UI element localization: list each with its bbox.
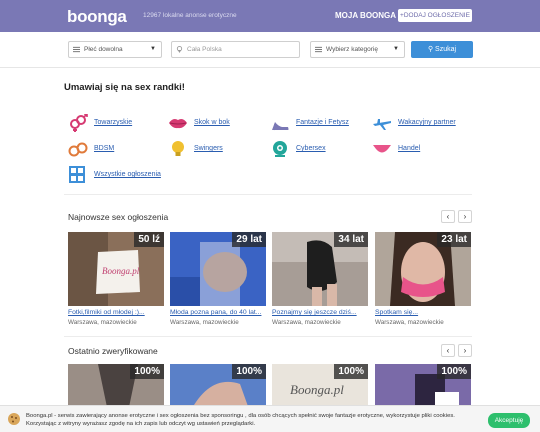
listing-title[interactable]: Poznajmy się jeszcze dziś... xyxy=(272,309,357,316)
category-label: Cybersex xyxy=(296,145,326,152)
high-heel-icon xyxy=(272,122,289,131)
listing-location: Warszawa, mazowieckie xyxy=(68,319,137,326)
search-button-label: Szukaj xyxy=(435,46,457,53)
listing-title[interactable]: Młoda pozna pana, do 40 lat... xyxy=(170,309,261,316)
site-logo[interactable]: boonga xyxy=(67,7,127,27)
listing-location: Warszawa, mazowieckie xyxy=(170,319,239,326)
category-handel[interactable]: Handel xyxy=(372,140,472,158)
category-label: Swingers xyxy=(194,145,223,152)
intro-heading: Umawiaj się na sex randki! xyxy=(64,82,185,93)
age-badge: 50 lź xyxy=(134,232,164,247)
lips-icon xyxy=(169,119,187,129)
listing-location: Warszawa, mazowieckie xyxy=(375,319,444,326)
grid-icon xyxy=(69,166,85,183)
listing-photo[interactable]: 34 lat xyxy=(272,232,368,306)
account-link[interactable]: MOJA BOONGA xyxy=(335,11,396,20)
airplane-icon xyxy=(373,119,391,130)
category-label: BDSM xyxy=(94,145,115,152)
webcam-icon xyxy=(273,141,287,157)
caret-down-icon: ▼ xyxy=(393,46,399,52)
search-icon: ⚲ xyxy=(427,46,434,53)
add-listing-button[interactable]: +DODAJ OGŁOSZENIE xyxy=(398,9,472,22)
accept-cookies-button[interactable]: Akceptuję xyxy=(488,413,530,428)
verified-badge: 100% xyxy=(334,364,368,379)
listing-photo[interactable]: 29 lat xyxy=(170,232,266,306)
category-label: Wakacyjny partner xyxy=(398,119,456,126)
list-icon xyxy=(315,46,322,53)
gender-select-value: Płeć dowolna xyxy=(84,46,123,53)
cookie-text: Boonga.pl - serwis zawierający anonse er… xyxy=(26,413,455,427)
section-divider xyxy=(64,194,472,195)
lingerie-icon xyxy=(373,145,391,153)
category-label: Wszystkie ogłoszenia xyxy=(94,171,161,178)
gender-symbols-icon xyxy=(70,114,88,132)
section-divider xyxy=(64,336,472,337)
newest-prev-button[interactable]: ‹ xyxy=(441,210,455,223)
verified-badge: 100% xyxy=(232,364,266,379)
category-label: Towarzyskie xyxy=(94,119,133,126)
gender-select[interactable]: Płeć dowolna ▼ xyxy=(68,41,162,58)
handcuffs-icon xyxy=(68,142,88,157)
verified-next-button[interactable]: › xyxy=(458,344,472,357)
category-wakacyjny-partner[interactable]: Wakacyjny partner xyxy=(372,114,472,132)
verified-prev-button[interactable]: ‹ xyxy=(441,344,455,357)
age-badge: 29 lat xyxy=(232,232,266,247)
verified-badge: 100% xyxy=(130,364,164,379)
caret-down-icon: ▼ xyxy=(150,46,156,52)
city-input-placeholder: Cała Polska xyxy=(187,46,222,53)
city-input[interactable]: Cała Polska xyxy=(171,41,300,58)
category-fantazje-i-fetysz[interactable]: Fantazje i Fetysz xyxy=(270,114,365,132)
age-badge: 34 lat xyxy=(334,232,368,247)
category-label: Handel xyxy=(398,145,421,152)
search-bar: Płeć dowolna ▼ Cała Polska Wybierz kateg… xyxy=(0,32,540,68)
map-pin-icon xyxy=(176,46,183,53)
listing-title[interactable]: Fotki,filmiki od młodej :)... xyxy=(68,309,145,316)
category-towarzyskie[interactable]: Towarzyskie xyxy=(68,114,158,132)
verification-sign-text: Boonga.pl xyxy=(290,382,344,397)
list-icon xyxy=(73,46,80,53)
listing-location: Warszawa, mazowieckie xyxy=(272,319,341,326)
age-badge: 23 lat xyxy=(437,232,471,247)
category-skok-w-bok[interactable]: Skok w bok xyxy=(168,114,258,132)
search-button[interactable]: ⚲ Szukaj xyxy=(411,41,473,58)
listing-photo[interactable]: 23 lat xyxy=(375,232,471,306)
newest-section-title: Najnowsze sex ogłoszenia xyxy=(68,212,169,222)
category-all-listings[interactable]: Wszystkie ogłoszenia xyxy=(68,166,178,184)
listing-photo[interactable]: Boonga.pl 50 lź xyxy=(68,232,164,306)
category-swingers[interactable]: Swingers xyxy=(168,140,258,158)
svg-text:Boonga.pl: Boonga.pl xyxy=(102,266,140,276)
listing-title[interactable]: Spotkam się... xyxy=(375,309,418,316)
newest-next-button[interactable]: › xyxy=(458,210,472,223)
lightbulb-icon xyxy=(172,141,184,156)
category-label: Skok w bok xyxy=(194,119,230,126)
listing-count-tagline: 12967 lokalne anonse erotyczne xyxy=(143,12,237,19)
category-cybersex[interactable]: Cybersex xyxy=(270,140,365,158)
category-label: Fantazje i Fetysz xyxy=(296,119,349,126)
verified-badge: 100% xyxy=(437,364,471,379)
cookie-banner: Boonga.pl - serwis zawierający anonse er… xyxy=(0,405,540,432)
top-header: boonga 12967 lokalne anonse erotyczne MO… xyxy=(0,0,540,32)
category-select-value: Wybierz kategorię xyxy=(326,46,378,53)
category-bdsm[interactable]: BDSM xyxy=(68,140,158,158)
verified-section-title: Ostatnio zweryfikowane xyxy=(68,346,158,356)
cookie-icon xyxy=(8,413,20,425)
category-select[interactable]: Wybierz kategorię ▼ xyxy=(310,41,405,58)
